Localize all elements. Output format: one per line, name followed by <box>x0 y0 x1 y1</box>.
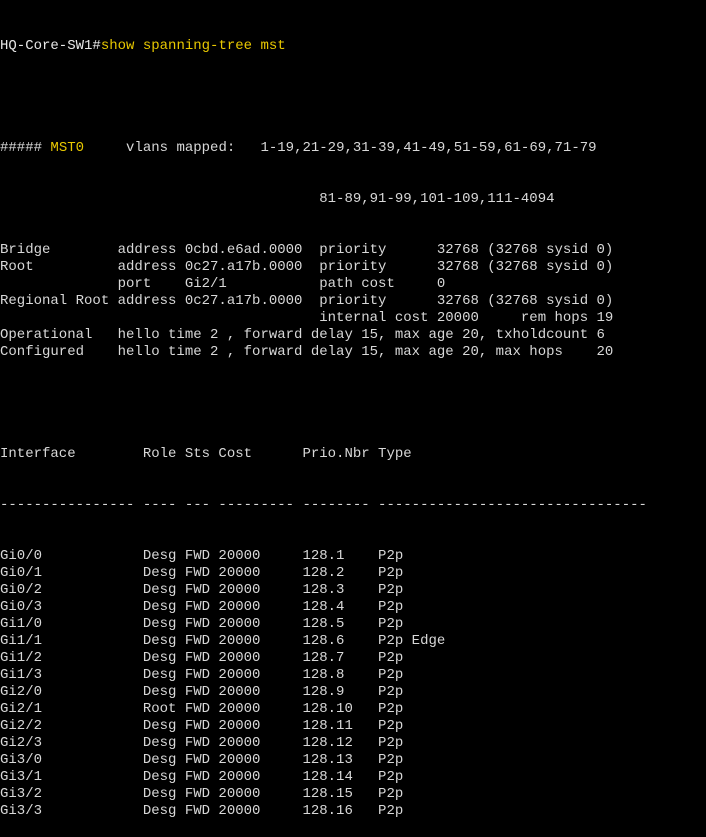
table-row: Gi2/2 Desg FWD 20000 128.11 P2p <box>0 718 404 734</box>
mst-instance-line: ##### MST0 vlans mapped: 1-19,21-29,31-3… <box>0 140 706 157</box>
vlans-mapped-value: 1-19,21-29,31-39,41-49,51-59,61-69,71-79 <box>260 140 597 156</box>
mst-hashes: ##### <box>0 140 51 156</box>
table-row: Gi3/2 Desg FWD 20000 128.15 P2p <box>0 786 404 802</box>
prompt-hostname: HQ-Core-SW1# <box>0 38 101 54</box>
table-row: Gi1/2 Desg FWD 20000 128.7 P2p <box>0 650 404 666</box>
vlans-mapped-label: vlans mapped: <box>84 140 261 156</box>
table-row: Gi0/2 Desg FWD 20000 128.3 P2p <box>0 582 404 598</box>
table-row: Gi3/0 Desg FWD 20000 128.13 P2p <box>0 752 404 768</box>
summary-line: Regional Root address 0c27.a17b.0000 pri… <box>0 293 614 309</box>
summary-line: internal cost 20000 rem hops 19 <box>0 310 614 326</box>
table-row: Gi2/0 Desg FWD 20000 128.9 P2p <box>0 684 404 700</box>
table-row: Gi0/0 Desg FWD 20000 128.1 P2p <box>0 548 404 564</box>
table-row: Gi1/0 Desg FWD 20000 128.5 P2p <box>0 616 404 632</box>
table-row: Gi2/3 Desg FWD 20000 128.12 P2p <box>0 735 404 751</box>
summary-line: Operational hello time 2 , forward delay… <box>0 327 605 343</box>
table-row: Gi0/3 Desg FWD 20000 128.4 P2p <box>0 599 404 615</box>
command-text: show spanning-tree mst <box>100 38 286 54</box>
table-row: Gi2/1 Root FWD 20000 128.10 P2p <box>0 701 404 717</box>
table-header: Interface Role Sts Cost Prio.Nbr Type <box>0 446 412 462</box>
vlans-mapped-continuation: 81-89,91-99,101-109,111-4094 <box>0 191 555 207</box>
table-row: Gi0/1 Desg FWD 20000 128.2 P2p <box>0 565 404 581</box>
table-row: Gi3/3 Desg FWD 20000 128.16 P2p <box>0 803 404 819</box>
summary-line: Configured hello time 2 , forward delay … <box>0 344 614 360</box>
table-row: Gi1/1 Desg FWD 20000 128.6 P2p Edge <box>0 633 446 649</box>
mst-instance-name: MST0 <box>50 140 85 156</box>
interface-table: Gi0/0 Desg FWD 20000 128.1 P2p Gi0/1 Desg… <box>0 548 706 820</box>
summary-line: port Gi2/1 path cost 0 <box>0 276 446 292</box>
summary-line: Bridge address 0cbd.e6ad.0000 priority 3… <box>0 242 614 258</box>
terminal-window[interactable]: HQ-Core-SW1#show spanning-tree mst #####… <box>0 0 706 819</box>
command-line: HQ-Core-SW1#show spanning-tree mst <box>0 38 706 55</box>
table-separator: ---------------- ---- --- --------- ----… <box>0 497 647 513</box>
summary-line: Root address 0c27.a17b.0000 priority 327… <box>0 259 614 275</box>
table-row: Gi3/1 Desg FWD 20000 128.14 P2p <box>0 769 404 785</box>
summary-block: Bridge address 0cbd.e6ad.0000 priority 3… <box>0 242 706 361</box>
table-row: Gi1/3 Desg FWD 20000 128.8 P2p <box>0 667 404 683</box>
